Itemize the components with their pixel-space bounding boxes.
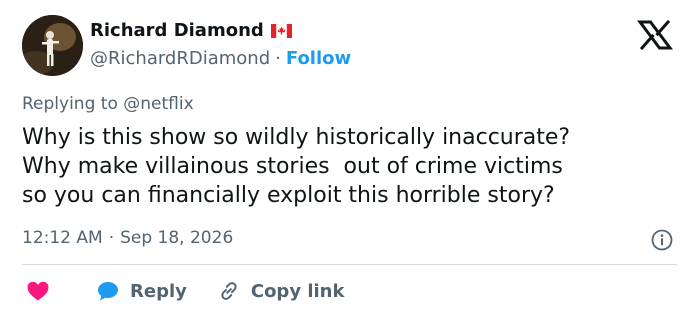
tweet-date: Sep 18, 2026: [120, 228, 234, 248]
copy-link-button[interactable]: Copy link: [217, 279, 345, 303]
heart-icon[interactable]: [26, 280, 50, 302]
author-handle-row: @RichardRDiamond · Follow: [90, 48, 351, 69]
reply-button[interactable]: Reply: [96, 280, 187, 302]
replying-to: Replying to @netflix: [22, 94, 194, 114]
tweet-card: Richard Diamond @RichardRDiamond · Follo…: [0, 0, 700, 318]
author-name-row: Richard Diamond: [90, 20, 292, 41]
avatar[interactable]: [22, 15, 83, 76]
link-icon: [221, 282, 237, 300]
x-logo-icon[interactable]: [634, 20, 676, 50]
divider: [22, 264, 677, 265]
follow-button[interactable]: Follow: [286, 48, 351, 69]
reply-bubble-icon: [98, 282, 118, 301]
tweet-timestamp[interactable]: 12:12 AM · Sep 18, 2026: [22, 228, 233, 248]
timestamp-separator: ·: [108, 228, 115, 248]
reply-label: Reply: [130, 280, 187, 302]
info-icon[interactable]: [651, 229, 673, 251]
tweet-time: 12:12 AM: [22, 228, 103, 248]
author-display-name[interactable]: Richard Diamond: [90, 20, 264, 41]
avatar-image: [22, 15, 83, 76]
replying-to-mention[interactable]: @netflix: [123, 94, 193, 114]
replying-to-prefix: Replying to: [22, 94, 124, 114]
canada-flag-icon: [270, 23, 292, 38]
handle-separator: ·: [275, 48, 281, 69]
copy-link-label: Copy link: [250, 280, 345, 302]
tweet-text: Why is this show so wildly historically …: [22, 125, 571, 208]
action-bar: Reply Copy link: [22, 278, 344, 304]
author-handle[interactable]: @RichardRDiamond: [90, 48, 270, 69]
